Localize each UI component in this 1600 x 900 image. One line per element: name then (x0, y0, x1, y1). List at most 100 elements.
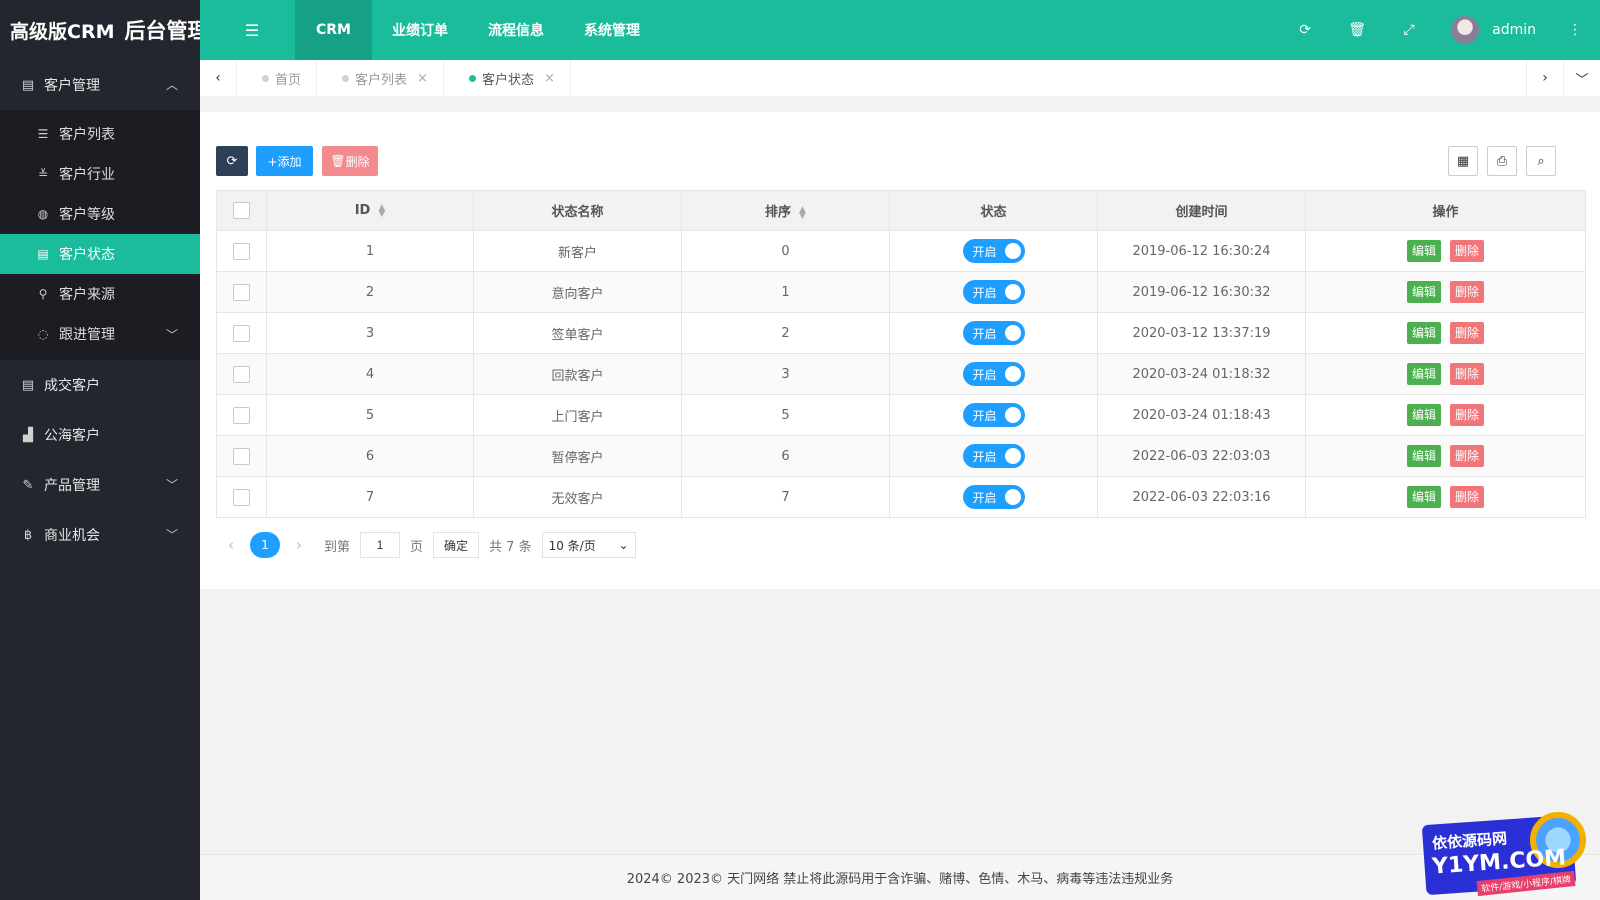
status-toggle-label: 开启 (972, 285, 997, 300)
nav-crm[interactable]: CRM (295, 0, 372, 60)
goto-page-input[interactable] (360, 532, 401, 558)
sidebar-item-customer-level[interactable]: ◍ 客户等级 (0, 194, 200, 234)
cell-actions: 编辑 删除 (1305, 353, 1586, 395)
row-checkbox[interactable] (233, 242, 250, 260)
chevron-right-icon[interactable]: › (1526, 60, 1563, 96)
edit-button[interactable]: 编辑 (1406, 281, 1441, 303)
sidebar-group-deal-customers[interactable]: ▤ 成交客户 (0, 360, 200, 410)
trash-icon: 🗑 (330, 154, 346, 168)
avatar[interactable] (1451, 16, 1480, 44)
trash-icon[interactable]: 🗑 (1331, 22, 1383, 38)
row-select-cell[interactable] (216, 271, 267, 313)
chevron-left-icon[interactable]: ‹ (200, 60, 237, 96)
row-select-cell[interactable] (216, 476, 267, 518)
status-toggle[interactable]: 开启 (962, 362, 1025, 386)
col-sort[interactable]: 排序 ▲ ▼ (681, 190, 890, 231)
sidebar-item-label: 客户行业 (59, 167, 115, 183)
nav-orders[interactable]: 业绩订单 (372, 0, 468, 60)
sidebar-item-followup[interactable]: ◌ 跟进管理 ﹀ (0, 314, 200, 354)
chevron-down-icon[interactable]: ﹀ (1563, 60, 1600, 96)
delete-button[interactable]: 删除 (1450, 486, 1485, 508)
table-row[interactable]: 2 意向客户 1 开启 2019-06-12 16:30:32 编辑 删除 (216, 271, 1586, 313)
sidebar-group-customer-management[interactable]: ▤ 客户管理 ︿ (0, 60, 200, 110)
row-select-cell[interactable] (216, 435, 267, 477)
row-checkbox[interactable] (233, 283, 250, 301)
row-select-cell[interactable] (216, 312, 267, 354)
status-toggle[interactable]: 开启 (962, 444, 1025, 468)
delete-button[interactable]: 删除 (1450, 363, 1485, 385)
app-logo[interactable]: 高级版CRM 后台管理 (0, 0, 208, 60)
row-checkbox[interactable] (233, 406, 250, 424)
delete-button[interactable]: 删除 (1450, 240, 1485, 262)
cell-status: 开启 (889, 353, 1098, 395)
row-checkbox[interactable] (233, 488, 250, 506)
user-name[interactable]: admin (1492, 22, 1536, 38)
print-button[interactable]: ⎙ (1487, 146, 1517, 176)
add-button[interactable]: +添加 (256, 146, 313, 176)
sidebar-item-customer-industry[interactable]: ≚ 客户行业 (0, 154, 200, 194)
tab-home[interactable]: 首页 (237, 60, 318, 96)
sidebar-group-products[interactable]: ✎ 产品管理 ﹀ (0, 460, 200, 510)
edit-button[interactable]: 编辑 (1406, 486, 1441, 508)
table-row[interactable]: 1 新客户 0 开启 2019-06-12 16:30:24 编辑 删除 (216, 230, 1586, 272)
tab-customer-status[interactable]: 客户状态 × (444, 60, 571, 96)
cell-actions: 编辑 删除 (1305, 312, 1586, 354)
sidebar-group-opportunities[interactable]: ฿ 商业机会 ﹀ (0, 510, 200, 560)
row-select-cell[interactable] (216, 394, 267, 436)
status-toggle[interactable]: 开启 (962, 239, 1025, 263)
status-toggle[interactable]: 开启 (962, 321, 1025, 345)
more-vertical-icon[interactable]: ⋮ (1568, 22, 1582, 38)
edit-button[interactable]: 编辑 (1406, 363, 1441, 385)
delete-button[interactable]: 删除 (1450, 445, 1485, 467)
nav-process[interactable]: 流程信息 (468, 0, 564, 60)
search-button[interactable]: ⌕ (1526, 146, 1556, 176)
col-id[interactable]: ID ▲ ▼ (266, 190, 474, 231)
current-page[interactable]: 1 (250, 532, 280, 558)
tab-customer-list[interactable]: 客户列表 × (317, 60, 444, 96)
table-row[interactable]: 6 暂停客户 6 开启 2022-06-03 22:03:03 编辑 删除 (216, 435, 1586, 477)
sidebar-item-label: 客户状态 (59, 247, 115, 263)
delete-button[interactable]: 删除 (1450, 322, 1485, 344)
columns-filter-button[interactable]: ▦ (1448, 146, 1478, 176)
sort-icon[interactable]: ▲ ▼ (799, 205, 806, 220)
refresh-button[interactable]: ⟳ (216, 146, 248, 176)
row-checkbox[interactable] (233, 365, 250, 383)
next-page-icon[interactable]: › (284, 536, 314, 554)
status-toggle[interactable]: 开启 (962, 280, 1025, 304)
row-checkbox[interactable] (233, 447, 250, 465)
sidebar-group-public-customers[interactable]: ▟ 公海客户 (0, 410, 200, 460)
delete-button[interactable]: 删除 (1450, 404, 1485, 426)
edit-button[interactable]: 编辑 (1406, 445, 1441, 467)
goto-confirm-button[interactable]: 确定 (433, 532, 480, 558)
row-select-cell[interactable] (216, 353, 267, 395)
edit-button[interactable]: 编辑 (1406, 240, 1441, 262)
row-checkbox[interactable] (233, 324, 250, 342)
sort-icon[interactable]: ▲ ▼ (378, 203, 385, 218)
sidebar-item-customer-list[interactable]: ☰ 客户列表 (0, 114, 200, 154)
sidebar-item-customer-source[interactable]: ⚲ 客户来源 (0, 274, 200, 314)
edit-button[interactable]: 编辑 (1406, 404, 1441, 426)
prev-page-icon[interactable]: ‹ (216, 536, 246, 554)
close-icon[interactable]: × (544, 71, 555, 86)
menu-toggle-icon[interactable]: ☰ (232, 0, 272, 60)
table-row[interactable]: 3 签单客户 2 开启 2020-03-12 13:37:19 编辑 删除 (216, 312, 1586, 354)
select-all-checkbox[interactable] (233, 202, 250, 219)
row-select-cell[interactable] (216, 230, 267, 272)
sidebar-item-customer-status[interactable]: ▤ 客户状态 (0, 234, 200, 274)
status-toggle[interactable]: 开启 (962, 485, 1025, 509)
sidebar-item-label: 客户来源 (59, 287, 115, 303)
nav-system[interactable]: 系统管理 (564, 0, 660, 60)
select-all-cell[interactable] (216, 190, 267, 231)
close-icon[interactable]: × (417, 71, 428, 86)
table-row[interactable]: 4 回款客户 3 开启 2020-03-24 01:18:32 编辑 删除 (216, 353, 1586, 395)
status-toggle[interactable]: 开启 (962, 403, 1025, 427)
fullscreen-icon[interactable]: ⤢ (1383, 22, 1435, 38)
table-row[interactable]: 7 无效客户 7 开启 2022-06-03 22:03:16 编辑 删除 (216, 476, 1586, 518)
batch-delete-button[interactable]: 🗑 删除 (322, 146, 378, 176)
table-row[interactable]: 5 上门客户 5 开启 2020-03-24 01:18:43 编辑 删除 (216, 394, 1586, 436)
refresh-icon[interactable]: ⟳ (1279, 22, 1331, 38)
delete-button[interactable]: 删除 (1450, 281, 1485, 303)
edit-button[interactable]: 编辑 (1406, 322, 1441, 344)
chevron-down-icon: ﹀ (165, 528, 178, 542)
page-size-select[interactable]: 10 条/页 ⌄ (541, 532, 636, 558)
